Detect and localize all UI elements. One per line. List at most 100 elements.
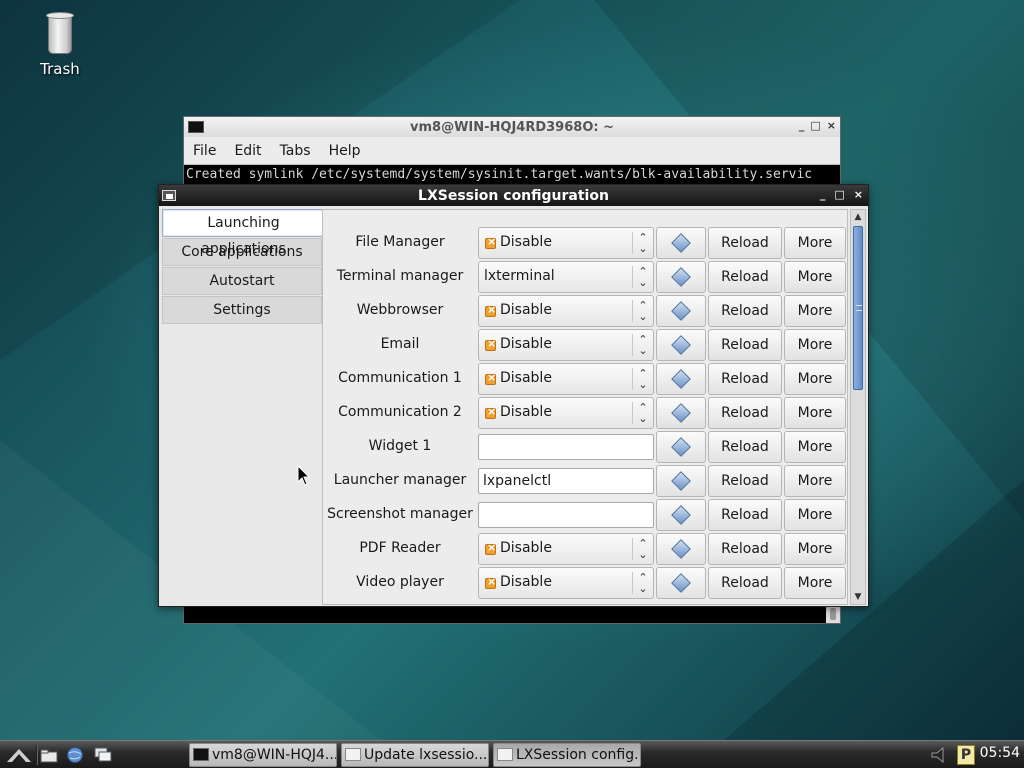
apply-diamond-icon	[671, 233, 691, 253]
reload-button[interactable]: Reload	[708, 329, 782, 361]
apply-diamond-icon	[671, 335, 691, 355]
more-button[interactable]: More	[784, 465, 846, 497]
web-browser-icon[interactable]	[66, 746, 84, 764]
setting-row: Communication 2 Disable ⌃⌄ ReloadMore	[323, 397, 847, 429]
more-button[interactable]: More	[784, 363, 846, 395]
set-button[interactable]	[656, 329, 706, 361]
reload-button[interactable]: Reload	[708, 499, 782, 531]
set-button[interactable]	[656, 295, 706, 327]
panel-scrollbar[interactable]: ▲ ▼	[850, 209, 866, 605]
reload-button[interactable]: Reload	[708, 397, 782, 429]
desktop-trash[interactable]: Trash	[30, 12, 90, 78]
start-menu-icon[interactable]	[6, 746, 32, 764]
menu-help[interactable]: Help	[329, 143, 361, 159]
reload-button[interactable]: Reload	[708, 567, 782, 599]
close-button[interactable]: ×	[827, 119, 836, 132]
clock[interactable]: 05:54	[980, 745, 1020, 761]
close-button[interactable]: ×	[854, 188, 863, 201]
setting-row: Email Disable ⌃⌄ ReloadMore	[323, 329, 847, 361]
more-button[interactable]: More	[784, 329, 846, 361]
command-input[interactable]	[478, 502, 654, 528]
updown-arrow-icon: ⌃ ⌄	[638, 367, 648, 391]
scroll-thumb[interactable]	[853, 226, 863, 390]
app-select[interactable]: Disable ⌃⌄	[478, 397, 654, 429]
tab-settings[interactable]: Settings	[162, 296, 322, 324]
setting-label: Communication 1	[338, 370, 462, 386]
app-select[interactable]: Disable ⌃⌄	[478, 363, 654, 395]
dialog-titlebar[interactable]: LXSession configuration _ □ ×	[159, 185, 868, 206]
set-button[interactable]	[656, 261, 706, 293]
reload-button[interactable]: Reload	[708, 431, 782, 463]
terminal-title: vm8@WIN-HQJ4RD3968O: ~	[410, 119, 614, 135]
app-select[interactable]: Disable ⌃⌄	[478, 533, 654, 565]
set-button[interactable]	[656, 567, 706, 599]
taskbar-task-update[interactable]: Update lxsessio...	[341, 743, 489, 767]
more-button[interactable]: More	[784, 295, 846, 327]
tab-autostart[interactable]: Autostart	[162, 267, 322, 295]
set-button[interactable]	[656, 533, 706, 565]
setting-row: PDF Reader Disable ⌃⌄ ReloadMore	[323, 533, 847, 565]
disable-icon	[485, 235, 496, 249]
taskbar-task-lxsession[interactable]: LXSession config...	[493, 743, 641, 767]
scroll-up-arrow[interactable]: ▲	[851, 210, 865, 224]
show-desktop-icon[interactable]	[94, 746, 112, 764]
app-select[interactable]: Disable ⌃⌄	[478, 295, 654, 327]
disable-icon	[485, 405, 496, 419]
lxsession-dialog[interactable]: LXSession configuration _ □ × Launching …	[158, 184, 869, 607]
more-button[interactable]: More	[784, 431, 846, 463]
menu-tabs[interactable]: Tabs	[280, 143, 311, 159]
reload-button[interactable]: Reload	[708, 533, 782, 565]
app-select[interactable]: Disable ⌃⌄	[478, 227, 654, 259]
menu-edit[interactable]: Edit	[234, 143, 261, 159]
app-select[interactable]: lxterminal ⌃ ⌄	[478, 261, 654, 293]
terminal-output[interactable]: Created symlink /etc/systemd/system/sysi…	[184, 165, 840, 184]
apply-diamond-icon	[671, 505, 691, 525]
taskbar: vm8@WIN-HQJ4... Update lxsessio... LXSes…	[0, 740, 1024, 768]
window-icon	[497, 748, 513, 761]
more-button[interactable]: More	[784, 397, 846, 429]
disable-icon	[485, 575, 496, 589]
reload-button[interactable]: Reload	[708, 261, 782, 293]
more-button[interactable]: More	[784, 533, 846, 565]
tray-badge[interactable]: P	[957, 745, 975, 765]
set-button[interactable]	[656, 431, 706, 463]
volume-icon[interactable]	[930, 746, 950, 764]
reload-button[interactable]: Reload	[708, 465, 782, 497]
maximize-button[interactable]: □	[810, 119, 820, 132]
set-button[interactable]	[656, 397, 706, 429]
set-button[interactable]	[656, 363, 706, 395]
maximize-button[interactable]: □	[834, 188, 844, 201]
command-input[interactable]: lxpanelctl	[478, 468, 654, 494]
tab-launching-applications[interactable]: Launching applications	[162, 209, 325, 257]
reload-button[interactable]: Reload	[708, 363, 782, 395]
taskbar-task-terminal[interactable]: vm8@WIN-HQJ4...	[189, 743, 337, 767]
app-select[interactable]: Disable ⌃⌄	[478, 567, 654, 599]
tab-core-applications[interactable]: Core applications	[162, 238, 322, 266]
disable-icon	[485, 371, 496, 385]
command-input[interactable]	[478, 434, 654, 460]
select-value: Disable	[500, 234, 552, 250]
terminal-scrollbar[interactable]	[826, 605, 840, 623]
more-button[interactable]: More	[784, 499, 846, 531]
set-button[interactable]	[656, 499, 706, 531]
more-button[interactable]: More	[784, 261, 846, 293]
reload-button[interactable]: Reload	[708, 295, 782, 327]
more-button[interactable]: More	[784, 227, 846, 259]
terminal-titlebar[interactable]: vm8@WIN-HQJ4RD3968O: ~ _ □ ×	[184, 117, 840, 137]
scroll-down-arrow[interactable]: ▼	[851, 590, 865, 604]
setting-label: Terminal manager	[336, 268, 464, 284]
menu-file[interactable]: File	[193, 143, 216, 159]
setting-row: File Manager Disable ⌃⌄ ReloadMore	[323, 227, 847, 259]
set-button[interactable]	[656, 465, 706, 497]
app-select[interactable]: Disable ⌃⌄	[478, 329, 654, 361]
setting-row: Webbrowser Disable ⌃⌄ ReloadMore	[323, 295, 847, 327]
file-manager-icon[interactable]	[40, 746, 58, 764]
more-button[interactable]: More	[784, 567, 846, 599]
minimize-button[interactable]: _	[820, 188, 826, 201]
set-button[interactable]	[656, 227, 706, 259]
updown-arrow-icon: ⌃ ⌄	[638, 231, 648, 255]
reload-button[interactable]: Reload	[708, 227, 782, 259]
minimize-button[interactable]: _	[799, 119, 805, 132]
setting-label: Screenshot manager	[327, 506, 473, 522]
apply-diamond-icon	[671, 403, 691, 423]
